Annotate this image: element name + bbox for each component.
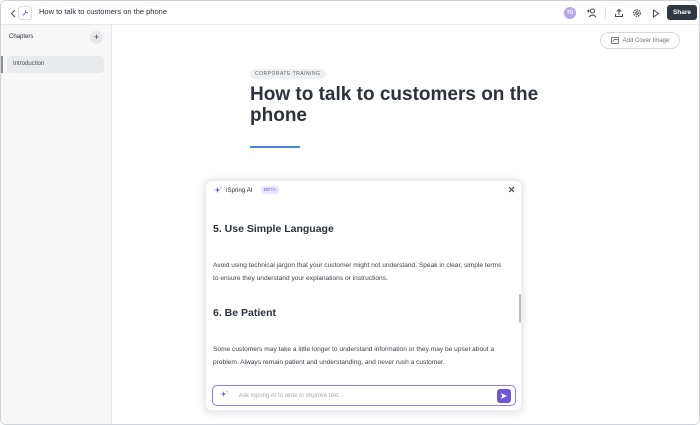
add-chapter-button[interactable]: + xyxy=(90,31,103,44)
send-button[interactable] xyxy=(497,389,511,403)
beta-badge: BETA xyxy=(261,186,280,194)
ai-assistant-panel: iSpring AI BETA 5. Use Simple Language A… xyxy=(205,180,522,411)
upload-icon[interactable] xyxy=(612,6,626,20)
document-title: How to talk to customers on the phone xyxy=(39,7,167,16)
send-icon xyxy=(501,393,507,399)
chapters-sidebar: Chapters + Introduction xyxy=(1,25,112,424)
sidebar-title: Chapters xyxy=(9,34,34,40)
sidebar-item-introduction[interactable]: Introduction xyxy=(7,56,104,73)
sparkle-icon xyxy=(220,390,229,401)
selected-indicator xyxy=(1,56,3,73)
app-logo-icon xyxy=(18,6,32,20)
ai-panel-title: iSpring AI xyxy=(226,187,253,194)
app-window: How to talk to customers on the phone TO… xyxy=(0,0,700,425)
sidebar-item-label: Introduction xyxy=(13,61,45,67)
title-underline xyxy=(250,146,300,148)
image-icon xyxy=(610,37,619,44)
category-tag[interactable]: CORPORATE TRAINING xyxy=(250,69,326,79)
play-icon[interactable] xyxy=(649,6,663,20)
avatar[interactable]: TO xyxy=(564,7,576,19)
section-body: Some customers may take a little longer … xyxy=(213,346,495,366)
ai-prompt-box xyxy=(212,385,516,406)
ai-response-content[interactable]: 5. Use Simple Language Avoid using techn… xyxy=(213,203,513,375)
ai-prompt-input[interactable] xyxy=(239,390,489,402)
share-button[interactable]: Share xyxy=(667,5,697,20)
sparkle-icon xyxy=(214,186,223,197)
section-heading: 6. Be Patient xyxy=(213,307,277,319)
gear-icon[interactable] xyxy=(630,6,644,20)
section-heading: 5. Use Simple Language xyxy=(213,223,334,235)
add-user-icon[interactable] xyxy=(584,6,598,20)
page-title[interactable]: How to talk to customers on the phone xyxy=(250,84,570,126)
scrollbar-thumb[interactable] xyxy=(519,294,521,323)
top-bar: How to talk to customers on the phone TO… xyxy=(1,1,699,25)
toolbar-divider xyxy=(605,7,606,19)
close-icon[interactable] xyxy=(506,184,516,194)
add-cover-image-button[interactable]: Add Cover Image xyxy=(600,32,680,49)
section-body: Avoid using technical jargon that your c… xyxy=(213,262,502,282)
add-cover-image-label: Add Cover Image xyxy=(622,37,670,44)
